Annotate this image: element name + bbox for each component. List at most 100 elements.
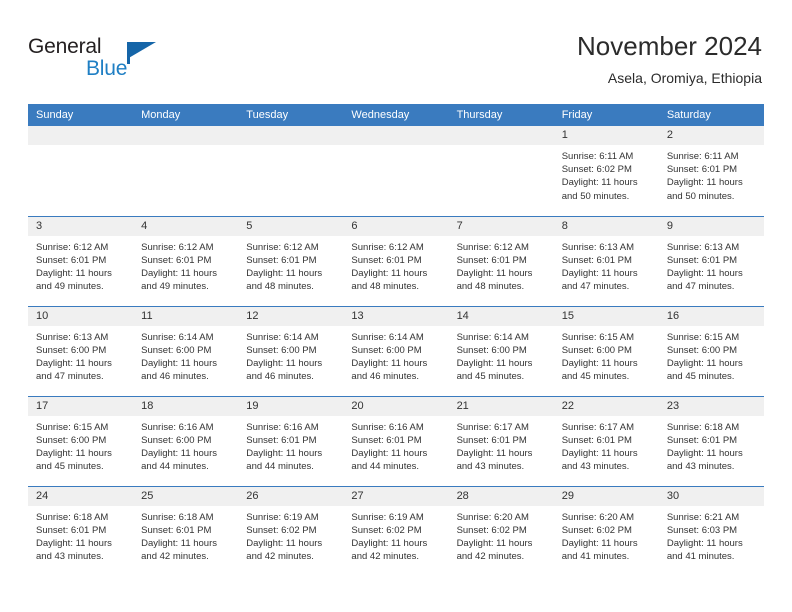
sunrise-text: Sunrise: 6:14 AM <box>246 331 319 343</box>
brand-logo[interactable]: General Blue <box>28 34 198 90</box>
day-cell[interactable]: 14 Sunrise: 6:14 AM Sunset: 6:00 PM Dayl… <box>448 305 554 396</box>
day-details <box>343 145 448 150</box>
day-cell[interactable]: 28 Sunrise: 6:20 AM Sunset: 6:02 PM Dayl… <box>448 485 554 576</box>
daylight-text-line2: and 48 minutes. <box>246 281 314 293</box>
day-number: 2 <box>658 126 764 145</box>
day-cell[interactable] <box>28 126 134 216</box>
daylight-text-line1: Daylight: 11 hours <box>141 357 218 369</box>
day-number: 3 <box>28 216 134 236</box>
day-cell[interactable]: 12 Sunrise: 6:14 AM Sunset: 6:00 PM Dayl… <box>238 305 344 396</box>
sunset-text: Sunset: 6:01 PM <box>351 434 422 446</box>
day-cell[interactable]: 4 Sunrise: 6:12 AM Sunset: 6:01 PM Dayli… <box>133 215 239 306</box>
sunset-text: Sunset: 6:01 PM <box>456 434 527 446</box>
daylight-text-line1: Daylight: 11 hours <box>141 537 218 549</box>
day-details: Sunrise: 6:17 AM Sunset: 6:01 PM Dayligh… <box>554 416 659 474</box>
daylight-text-line1: Daylight: 11 hours <box>36 537 112 549</box>
day-number: 28 <box>448 486 554 506</box>
day-cell[interactable]: 19 Sunrise: 6:16 AM Sunset: 6:01 PM Dayl… <box>238 395 344 486</box>
day-cell[interactable]: 6 Sunrise: 6:12 AM Sunset: 6:01 PM Dayli… <box>343 215 449 306</box>
sunrise-text: Sunrise: 6:12 AM <box>141 241 214 253</box>
day-cell[interactable]: 25 Sunrise: 6:18 AM Sunset: 6:01 PM Dayl… <box>133 485 239 576</box>
sunset-text: Sunset: 6:01 PM <box>246 254 317 266</box>
day-cell[interactable]: 26 Sunrise: 6:19 AM Sunset: 6:02 PM Dayl… <box>238 485 344 576</box>
daylight-text-line1: Daylight: 11 hours <box>666 357 743 369</box>
day-details: Sunrise: 6:18 AM Sunset: 6:01 PM Dayligh… <box>133 506 238 564</box>
day-cell[interactable]: 9 Sunrise: 6:13 AM Sunset: 6:01 PM Dayli… <box>658 215 764 306</box>
sunset-text: Sunset: 6:01 PM <box>246 434 317 446</box>
day-cell[interactable] <box>448 126 554 216</box>
sunrise-text: Sunrise: 6:16 AM <box>141 421 214 433</box>
sunset-text: Sunset: 6:00 PM <box>666 344 738 356</box>
day-details <box>449 145 554 150</box>
day-number: 4 <box>133 216 239 236</box>
sunrise-text: Sunrise: 6:16 AM <box>246 421 319 433</box>
day-cell[interactable]: 16 Sunrise: 6:15 AM Sunset: 6:00 PM Dayl… <box>658 305 764 396</box>
week-row: 24 Sunrise: 6:18 AM Sunset: 6:01 PM Dayl… <box>28 485 764 576</box>
sunset-text: Sunset: 6:02 PM <box>246 524 317 536</box>
day-number <box>133 126 239 145</box>
sunset-text: Sunset: 6:02 PM <box>351 524 422 536</box>
day-cell[interactable]: 21 Sunrise: 6:17 AM Sunset: 6:01 PM Dayl… <box>448 395 554 486</box>
day-cell[interactable] <box>238 126 344 216</box>
day-details: Sunrise: 6:11 AM Sunset: 6:01 PM Dayligh… <box>659 145 764 203</box>
day-cell[interactable]: 5 Sunrise: 6:12 AM Sunset: 6:01 PM Dayli… <box>238 215 344 306</box>
day-number <box>28 126 134 145</box>
sunrise-text: Sunrise: 6:17 AM <box>561 421 635 433</box>
day-cell[interactable] <box>133 126 239 216</box>
day-cell[interactable]: 13 Sunrise: 6:14 AM Sunset: 6:00 PM Dayl… <box>343 305 449 396</box>
day-cell[interactable]: 3 Sunrise: 6:12 AM Sunset: 6:01 PM Dayli… <box>28 215 134 306</box>
day-details: Sunrise: 6:12 AM Sunset: 6:01 PM Dayligh… <box>449 236 554 294</box>
day-details: Sunrise: 6:15 AM Sunset: 6:00 PM Dayligh… <box>554 326 659 384</box>
day-cell[interactable]: 7 Sunrise: 6:12 AM Sunset: 6:01 PM Dayli… <box>448 215 554 306</box>
daylight-text-line1: Daylight: 11 hours <box>141 267 218 279</box>
day-details: Sunrise: 6:12 AM Sunset: 6:01 PM Dayligh… <box>238 236 343 294</box>
day-details: Sunrise: 6:12 AM Sunset: 6:01 PM Dayligh… <box>28 236 133 294</box>
day-number: 10 <box>28 306 134 326</box>
day-number <box>343 126 449 145</box>
day-cell[interactable]: 1 Sunrise: 6:11 AM Sunset: 6:02 PM Dayli… <box>553 126 659 216</box>
sunset-text: Sunset: 6:00 PM <box>246 344 317 356</box>
daylight-text-line2: and 45 minutes. <box>666 371 735 383</box>
day-cell[interactable]: 15 Sunrise: 6:15 AM Sunset: 6:00 PM Dayl… <box>553 305 659 396</box>
sunset-text: Sunset: 6:00 PM <box>141 344 212 356</box>
sunrise-text: Sunrise: 6:18 AM <box>666 421 740 433</box>
day-cell[interactable]: 22 Sunrise: 6:17 AM Sunset: 6:01 PM Dayl… <box>553 395 659 486</box>
day-number: 17 <box>28 396 134 416</box>
day-number: 15 <box>553 306 659 326</box>
sunrise-text: Sunrise: 6:13 AM <box>666 241 740 253</box>
day-cell[interactable]: 29 Sunrise: 6:20 AM Sunset: 6:02 PM Dayl… <box>553 485 659 576</box>
sunset-text: Sunset: 6:02 PM <box>561 164 632 176</box>
daylight-text-line1: Daylight: 11 hours <box>141 447 218 459</box>
daylight-text-line2: and 44 minutes. <box>351 461 420 473</box>
day-cell[interactable]: 8 Sunrise: 6:13 AM Sunset: 6:01 PM Dayli… <box>553 215 659 306</box>
brand-name-blue: Blue <box>86 57 128 80</box>
day-cell[interactable]: 2 Sunrise: 6:11 AM Sunset: 6:01 PM Dayli… <box>658 126 764 216</box>
day-cell[interactable]: 24 Sunrise: 6:18 AM Sunset: 6:01 PM Dayl… <box>28 485 134 576</box>
sunset-text: Sunset: 6:00 PM <box>36 344 107 356</box>
day-cell[interactable]: 18 Sunrise: 6:16 AM Sunset: 6:00 PM Dayl… <box>133 395 239 486</box>
page-title: November 2024 <box>577 31 762 61</box>
day-cell[interactable] <box>343 126 449 216</box>
day-cell[interactable]: 20 Sunrise: 6:16 AM Sunset: 6:01 PM Dayl… <box>343 395 449 486</box>
day-details: Sunrise: 6:20 AM Sunset: 6:02 PM Dayligh… <box>449 506 554 564</box>
sunrise-text: Sunrise: 6:15 AM <box>561 331 635 343</box>
daylight-text-line1: Daylight: 11 hours <box>456 267 533 279</box>
day-cell[interactable]: 11 Sunrise: 6:14 AM Sunset: 6:00 PM Dayl… <box>133 305 239 396</box>
daylight-text-line2: and 42 minutes. <box>141 551 209 563</box>
day-cell[interactable]: 27 Sunrise: 6:19 AM Sunset: 6:02 PM Dayl… <box>343 485 449 576</box>
day-cell[interactable]: 30 Sunrise: 6:21 AM Sunset: 6:03 PM Dayl… <box>658 485 764 576</box>
day-number: 21 <box>448 396 554 416</box>
day-details: Sunrise: 6:18 AM Sunset: 6:01 PM Dayligh… <box>28 506 133 564</box>
daylight-text-line2: and 42 minutes. <box>246 551 314 563</box>
day-number: 30 <box>658 486 764 506</box>
day-cell[interactable]: 10 Sunrise: 6:13 AM Sunset: 6:00 PM Dayl… <box>28 305 134 396</box>
calendar-page: General Blue November 2024 Asela, Oromiy… <box>0 0 792 612</box>
day-details: Sunrise: 6:11 AM Sunset: 6:02 PM Dayligh… <box>554 145 659 203</box>
day-cell[interactable]: 23 Sunrise: 6:18 AM Sunset: 6:01 PM Dayl… <box>658 395 764 486</box>
daylight-text-line1: Daylight: 11 hours <box>246 267 323 279</box>
calendar-table: Sunday Monday Tuesday Wednesday Thursday… <box>28 104 764 576</box>
day-number: 7 <box>448 216 554 236</box>
day-cell[interactable]: 17 Sunrise: 6:15 AM Sunset: 6:00 PM Dayl… <box>28 395 134 486</box>
day-number: 23 <box>658 396 764 416</box>
sunrise-text: Sunrise: 6:14 AM <box>141 331 214 343</box>
